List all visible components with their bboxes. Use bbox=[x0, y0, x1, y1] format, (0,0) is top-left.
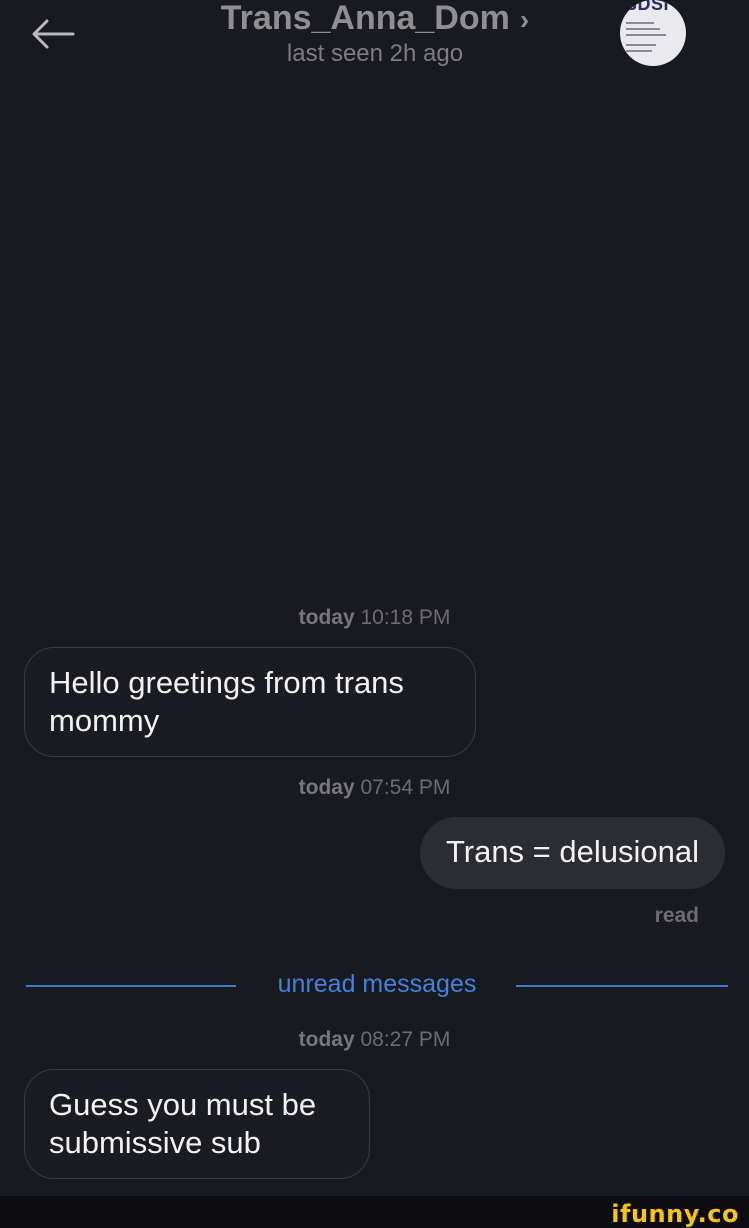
last-seen-status: last seen 2h ago bbox=[286, 40, 464, 67]
chevron-right-icon: › bbox=[519, 4, 530, 35]
contact-info[interactable]: Trans_Anna_Dom › last seen 2h ago bbox=[150, 0, 600, 68]
arrow-left-icon bbox=[32, 19, 75, 49]
read-receipt: read bbox=[654, 904, 699, 927]
avatar-text: BDSI bbox=[624, 0, 670, 14]
chat-header: Trans_Anna_Dom › last seen 2h ago BDSI bbox=[0, 0, 749, 80]
message-timestamp: today 07:54 PM bbox=[298, 776, 451, 799]
contact-name[interactable]: Trans_Anna_Dom › bbox=[150, 0, 600, 40]
avatar[interactable]: BDSI bbox=[620, 0, 686, 66]
unread-messages-divider: unread messages bbox=[26, 966, 728, 1006]
incoming-message[interactable]: Guess you must be submissive sub bbox=[24, 1069, 370, 1179]
watermark: ifunny.co bbox=[611, 1200, 739, 1228]
message-timestamp: today 10:18 PM bbox=[298, 606, 451, 629]
outgoing-message[interactable]: Trans = delusional bbox=[419, 817, 725, 889]
incoming-message[interactable]: Hello greetings from trans mommy bbox=[24, 647, 476, 757]
message-timestamp: today 08:27 PM bbox=[298, 1028, 451, 1051]
back-button[interactable] bbox=[28, 12, 76, 56]
